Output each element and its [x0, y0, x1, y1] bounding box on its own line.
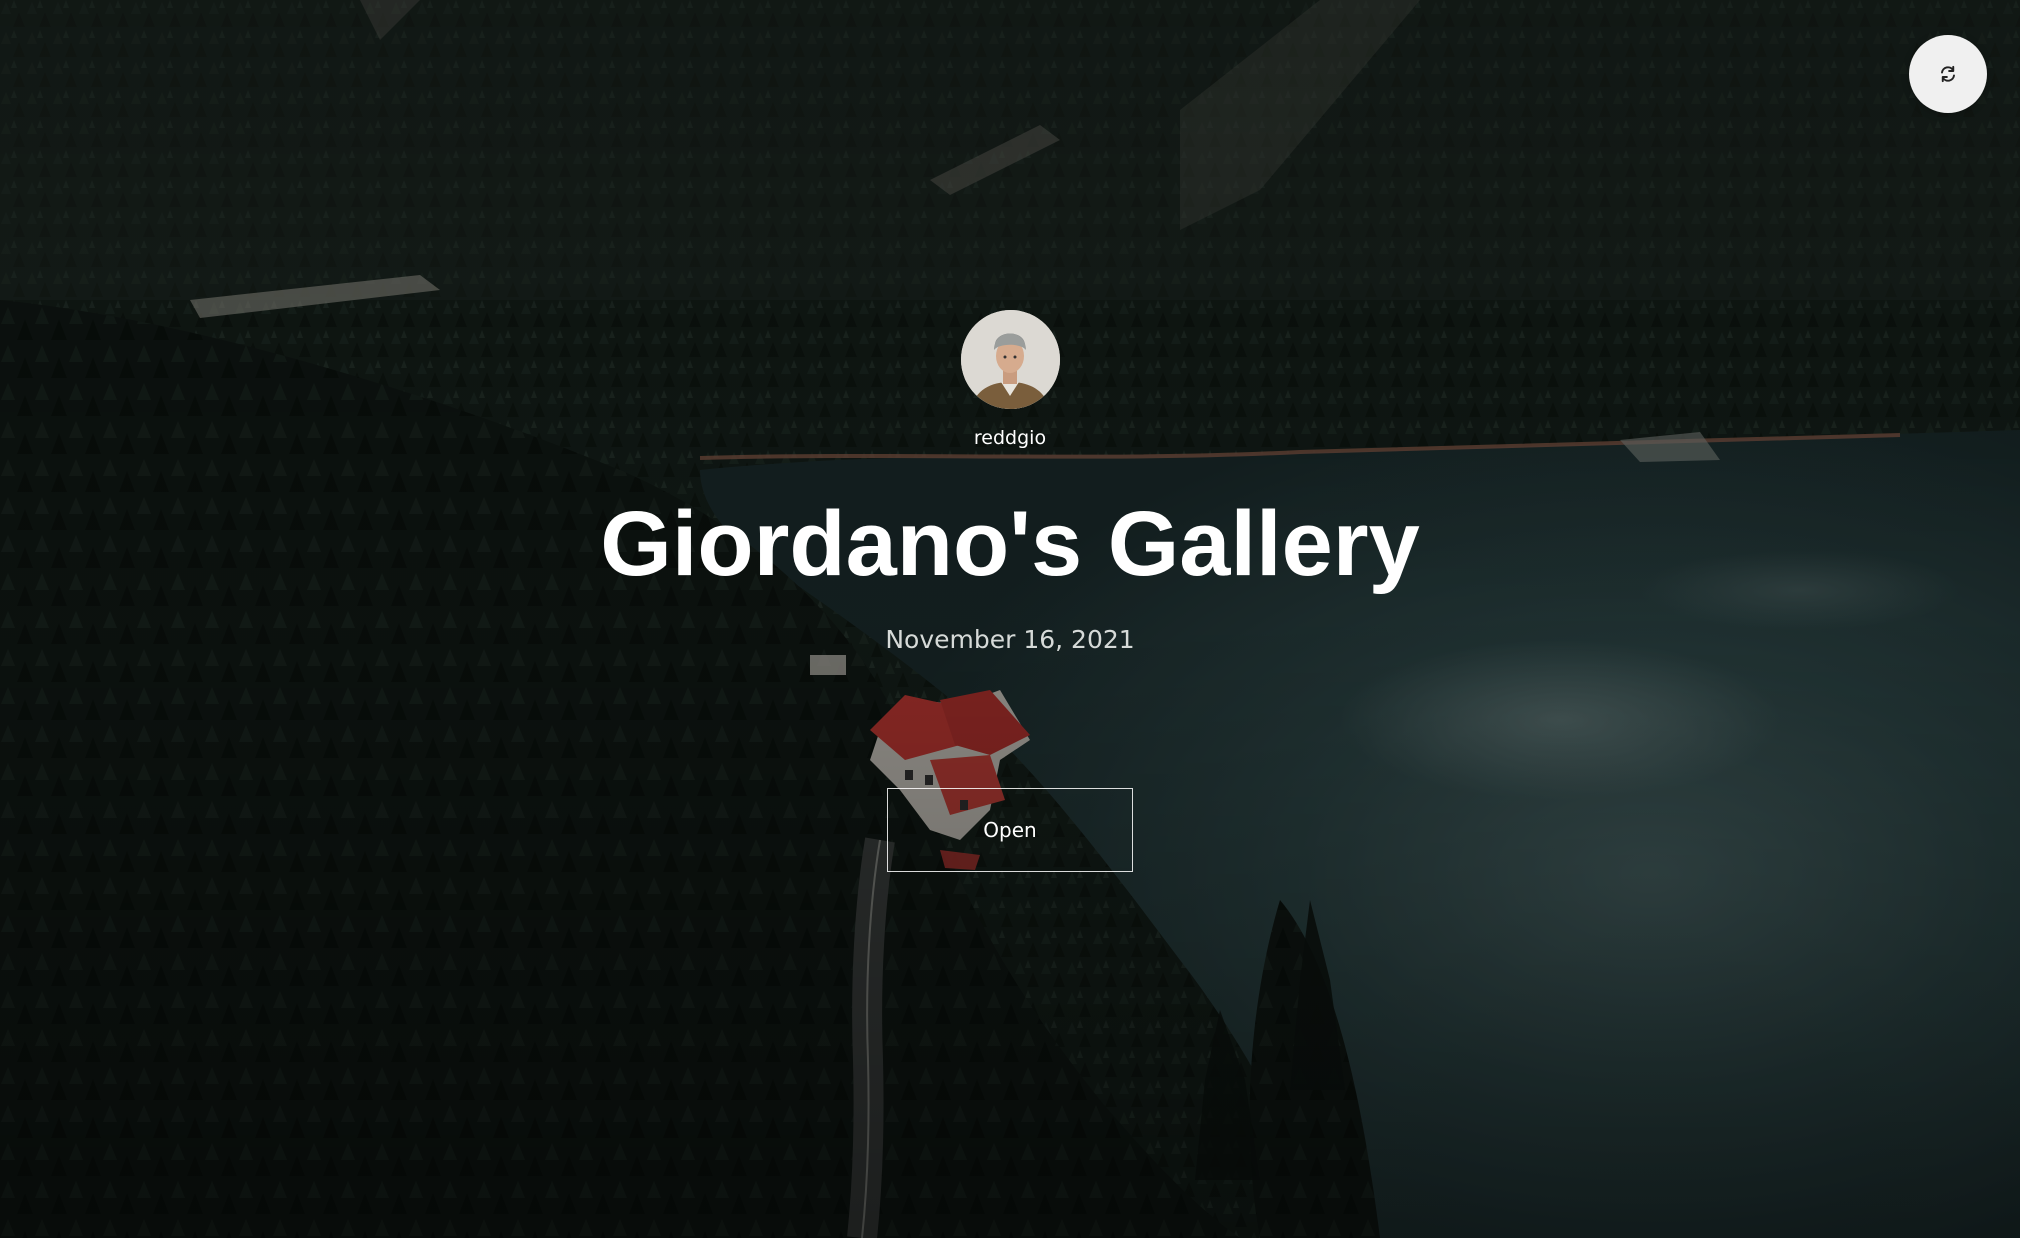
refresh-button[interactable] — [1909, 35, 1987, 113]
gallery-date: November 16, 2021 — [885, 625, 1135, 654]
background-photo — [0, 0, 2020, 1238]
open-button[interactable]: Open — [887, 788, 1133, 872]
refresh-icon — [1941, 65, 1955, 83]
user-avatar-icon — [961, 310, 1060, 409]
gallery-hero: reddgio Giordano's Gallery November 16, … — [0, 0, 2020, 1238]
gallery-title: Giordano's Gallery — [600, 493, 1420, 595]
avatar[interactable] — [961, 310, 1060, 409]
username: reddgio — [973, 427, 1047, 449]
